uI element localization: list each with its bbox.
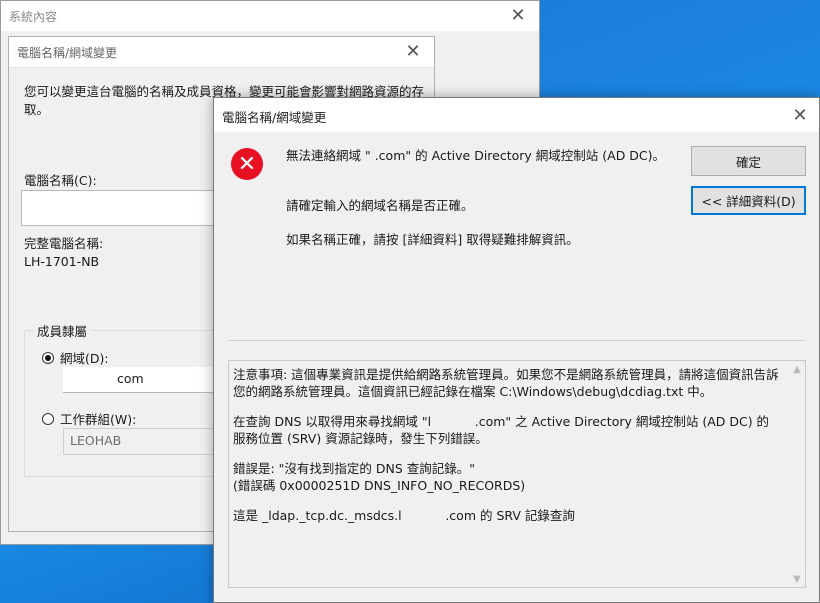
- workgroup-input[interactable]: LEOHAB: [63, 428, 233, 455]
- member-of-label: 成員隸屬: [33, 321, 92, 340]
- error-icon: ✕: [231, 148, 263, 180]
- domain-input[interactable]: com: [63, 367, 233, 393]
- computer-name-label: 電腦名稱(C):: [24, 173, 97, 188]
- details-scrollbar[interactable]: ▲ ▼: [789, 361, 805, 587]
- domain-label: 網域(D):: [60, 351, 109, 366]
- separator: [228, 340, 805, 341]
- full-name-value: LH-1701-NB: [24, 254, 100, 269]
- error-dialog-titlebar: 電腦名稱/網域變更 ✕: [214, 98, 819, 132]
- domain-radio[interactable]: 網域(D):: [42, 348, 109, 367]
- system-properties-title: 系統內容: [9, 10, 58, 24]
- details-srv-query: 這是 _ldap._tcp.dc._msdcs.l .com 的 SRV 記錄查…: [233, 508, 575, 523]
- close-icon[interactable]: ✕: [505, 4, 531, 26]
- radio-checked-icon: [42, 351, 54, 364]
- system-properties-titlebar: 系統內容 ✕: [1, 1, 539, 31]
- details-dns-query: 在查詢 DNS 以取得用來尋找網域 "l .com" 之 Active Dire…: [233, 414, 770, 446]
- rename-dialog-title: 電腦名稱/網域變更: [17, 46, 118, 60]
- full-name-label: 完整電腦名稱:: [24, 236, 104, 251]
- radio-unchecked-icon: [42, 412, 54, 425]
- ok-button[interactable]: 確定: [691, 146, 806, 176]
- error-dialog-title: 電腦名稱/網域變更: [222, 110, 327, 125]
- rename-dialog-titlebar: 電腦名稱/網域變更 ✕: [9, 37, 434, 68]
- details-textbox[interactable]: 注意事項: 這個專業資訊是提供給網路系統管理員。如果您不是網路系統管理員，請將這…: [228, 360, 806, 588]
- error-message: 無法連絡網域 " .com" 的 Active Directory 網域控制站 …: [286, 148, 666, 163]
- computer-name-input[interactable]: [21, 190, 221, 226]
- workgroup-radio[interactable]: 工作群組(W):: [42, 409, 136, 428]
- close-icon[interactable]: ✕: [400, 40, 426, 62]
- details-button[interactable]: << 詳細資料(D): [691, 186, 806, 215]
- details-note: 注意事項: 這個專業資訊是提供給網路系統管理員。如果您不是網路系統管理員，請將這…: [233, 367, 779, 399]
- details-hint-message: 如果名稱正確，請按 [詳細資料] 取得疑難排解資訊。: [286, 232, 579, 247]
- workgroup-label: 工作群組(W):: [60, 412, 137, 427]
- check-domain-message: 請確定輸入的網域名稱是否正確。: [286, 198, 474, 213]
- error-dialog: 電腦名稱/網域變更 ✕ ✕ 無法連絡網域 " .com" 的 Active Di…: [213, 97, 820, 603]
- domain-value: com: [117, 371, 144, 386]
- scroll-up-icon[interactable]: ▲: [789, 361, 805, 377]
- details-error: 錯誤是: "沒有找到指定的 DNS 查詢記錄。" (錯誤碼 0x0000251D…: [233, 461, 526, 493]
- close-icon[interactable]: ✕: [787, 104, 813, 126]
- scroll-down-icon[interactable]: ▼: [789, 571, 805, 587]
